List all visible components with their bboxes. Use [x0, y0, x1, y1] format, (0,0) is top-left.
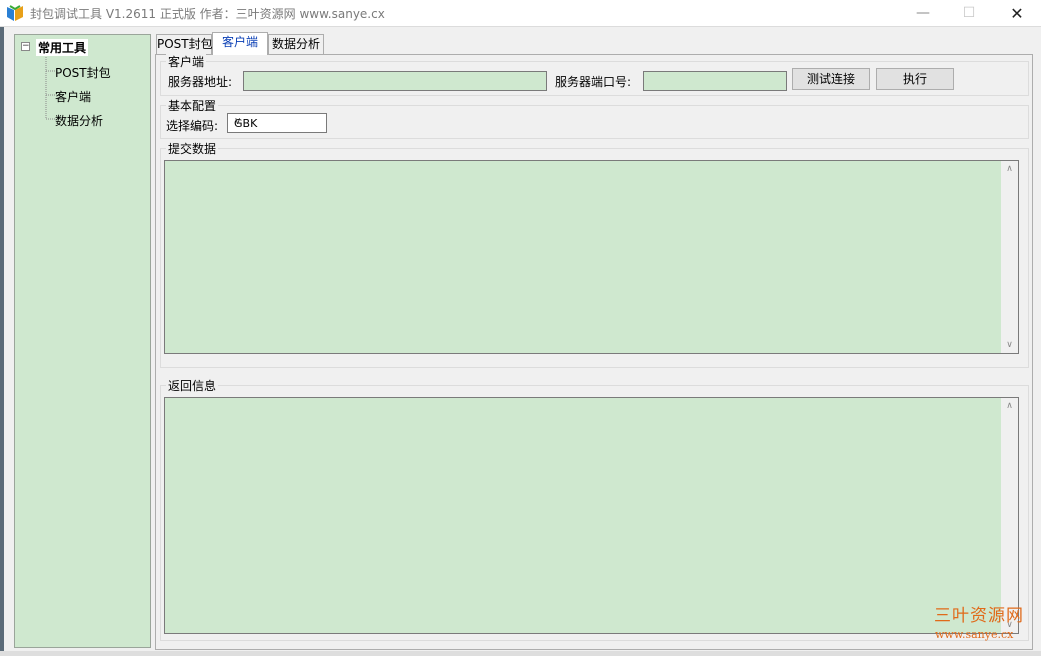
scroll-up-icon[interactable]: ∧ — [1001, 401, 1018, 411]
window-bottom-edge — [0, 651, 1041, 656]
tree-collapse-icon[interactable]: − — [21, 42, 30, 51]
submit-data-textarea[interactable]: ∧ ∨ — [164, 160, 1019, 354]
scroll-up-icon[interactable]: ∧ — [1001, 164, 1018, 174]
server-address-label: 服务器地址: — [168, 75, 233, 89]
encoding-select[interactable]: GBK ∨ — [227, 113, 327, 133]
close-button[interactable]: ✕ — [994, 0, 1040, 27]
window-edge — [0, 27, 4, 656]
tab-analysis[interactable]: 数据分析 — [268, 34, 324, 54]
title-bar: 封包调试工具 V1.2611 正式版 作者：三叶资源网 www.sanye.cx… — [0, 0, 1041, 27]
app-logo-icon — [7, 5, 23, 21]
tree-root-item[interactable]: 常用工具 — [36, 39, 89, 56]
watermark-url: www.sanye.cx — [935, 628, 1014, 641]
watermark-name: 三叶资源网 — [934, 606, 1024, 626]
tree-view[interactable]: − 常用工具 POST封包 客户端 数据分析 — [14, 34, 151, 648]
response-scrollbar[interactable]: ∧ ∨ — [1001, 398, 1018, 633]
tree-item-analysis[interactable]: 数据分析 — [55, 112, 103, 129]
encoding-label: 选择编码: — [166, 119, 219, 133]
maximize-button[interactable]: ☐ — [946, 0, 992, 27]
tree-item-post[interactable]: POST封包 — [55, 64, 111, 81]
execute-button[interactable]: 执行 — [876, 68, 954, 90]
window-title: 封包调试工具 V1.2611 正式版 作者：三叶资源网 www.sanye.cx — [30, 7, 385, 21]
server-address-input[interactable] — [243, 71, 547, 91]
response-group-title: 返回信息 — [166, 377, 219, 394]
scroll-down-icon[interactable]: ∨ — [1001, 340, 1018, 350]
minimize-button[interactable]: — — [900, 0, 946, 27]
submit-scrollbar[interactable]: ∧ ∨ — [1001, 161, 1018, 353]
submit-group-title: 提交数据 — [166, 140, 219, 157]
config-group-title: 基本配置 — [166, 97, 219, 114]
response-textarea[interactable]: ∧ ∨ — [164, 397, 1019, 634]
server-port-label: 服务器端口号: — [555, 75, 632, 89]
tree-item-client[interactable]: 客户端 — [55, 88, 91, 105]
chevron-down-icon: ∨ — [234, 116, 242, 127]
client-group-title: 客户端 — [166, 53, 207, 70]
tab-post[interactable]: POST封包 — [156, 34, 213, 54]
server-port-input[interactable] — [643, 71, 787, 91]
test-connection-button[interactable]: 测试连接 — [792, 68, 870, 90]
tab-client[interactable]: 客户端 — [212, 32, 268, 55]
